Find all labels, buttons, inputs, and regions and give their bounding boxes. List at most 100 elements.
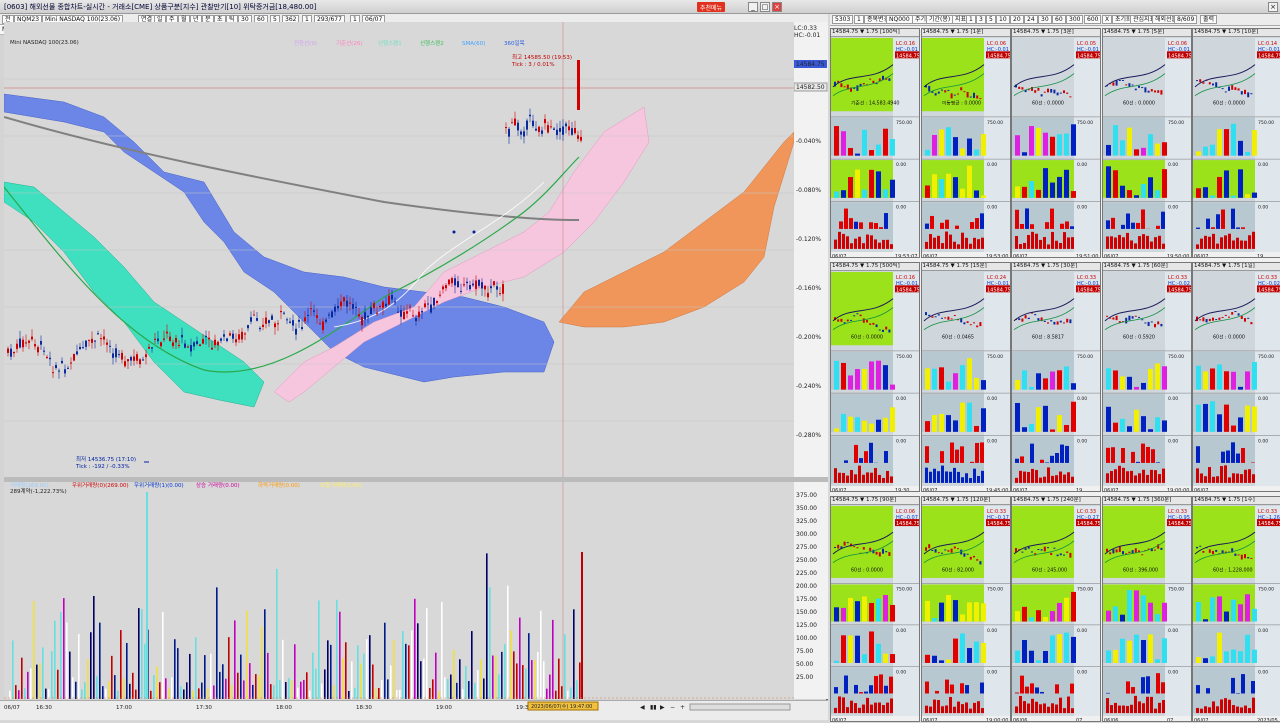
mini-chart-360분[interactable]: 14584.75 ▼ 1.75 [360분] 14584.75 LC:0.33 HC:… (1101, 496, 1192, 722)
mini-chart-header[interactable]: 14584.75 ▼ 1.75 [500틱] (831, 263, 919, 271)
mini-indicator-bar (1147, 368, 1153, 390)
right-close-icon[interactable]: × (1268, 2, 1278, 12)
volume-bar (441, 601, 443, 699)
mini-chart-3분[interactable]: 14584.75 ▼ 1.75 [3분] 14584.75 LC:0.05 HC:-0… (1011, 28, 1101, 258)
volume-bar (489, 587, 491, 699)
mini-info: 60선 : 8.5817 (1032, 334, 1064, 341)
scroll-control[interactable]: ◀ (640, 704, 645, 711)
mini-time: 06/07 (832, 718, 846, 722)
multi-toolbar-item[interactable]: 1 (854, 15, 864, 24)
volume-bar (435, 652, 437, 699)
mini-chart-header[interactable]: 14584.75 ▼ 1.75 [3분] (1012, 29, 1100, 37)
recommend-menu-button[interactable]: 추천메뉴 (697, 2, 726, 12)
maximize-icon[interactable]: □ (760, 2, 770, 12)
time-axis-bar: 06/07 16:30 17:00 17:30 18:00 18:30 19:00 19:30… (0, 700, 828, 720)
mini-chart-header[interactable]: 14584.75 ▼ 1.75 [5분] (1102, 29, 1191, 37)
candle (160, 342, 162, 347)
mini-candle (862, 318, 865, 323)
mini-chart-10분[interactable]: 14584.75 ▼ 1.75 [10분] 14584.75 LC:0.14 HC:-… (1192, 28, 1280, 258)
multi-toolbar-item[interactable]: 5303 (832, 15, 854, 24)
scroll-control[interactable]: ▶ (660, 704, 665, 711)
candle (472, 283, 474, 286)
mini-candle (853, 546, 856, 548)
mini-chart-header[interactable]: 14584.75 ▼ 1.75 [100틱] (831, 29, 919, 37)
mini-indicator-bar (1231, 195, 1236, 198)
mini-chart-1일[interactable]: 14584.75 ▼ 1.75 [1일] 14584.75 LC:0.33 HC:-0… (1192, 262, 1280, 492)
multi-toolbar-item[interactable]: 3 (976, 15, 986, 24)
volume-bar (252, 684, 254, 699)
mini-axis-tick: 0.00 (896, 162, 906, 168)
mini-candle (1040, 549, 1043, 551)
scroll-control[interactable]: + (680, 704, 685, 711)
multi-toolbar-item[interactable]: 24 (1024, 15, 1038, 24)
candle (481, 282, 483, 289)
mini-chart-header[interactable]: 14584.75 ▼ 1.75 [120분] (921, 497, 1010, 505)
mini-bottom-bar (1031, 231, 1034, 249)
mini-time: 06/07 (832, 254, 846, 258)
mini-chart-120분[interactable]: 14584.75 ▼ 1.75 [120분] 14584.75 LC:0.33 HC:… (920, 496, 1011, 722)
mini-bottom-bar (952, 706, 956, 714)
candle (490, 286, 492, 289)
mini-chart-1주[interactable]: 14584.75 ▼ 1.75 [1주] 14584.75 LC:0.33 HC:-1… (1192, 496, 1280, 722)
multi-toolbar-item[interactable]: 10 (996, 15, 1010, 24)
mini-chart-header[interactable]: 14584.75 ▼ 1.75 [30분] (1012, 263, 1100, 271)
price-chart[interactable]: 전환선(9) 기준선(26) 선행스팬1 선행스팬2 SMA(60) 360일목 Mini … (4, 22, 794, 477)
multi-toolbar-item[interactable]: X (1102, 15, 1113, 24)
volume-bar (63, 598, 65, 699)
multi-toolbar-item[interactable]: 5 (986, 15, 996, 24)
mini-indicator-bar (959, 365, 965, 390)
mini-bottom-bar (940, 465, 944, 483)
volume-bar (399, 689, 401, 699)
multi-toolbar-item[interactable]: 출력 (1200, 15, 1218, 24)
mini-chart-60분[interactable]: 14584.75 ▼ 1.75 [60분] 14584.75 LC:0.33 HC:-… (1101, 262, 1192, 492)
minimize-icon[interactable]: _ (748, 2, 758, 12)
close-icon[interactable]: × (772, 2, 782, 12)
mini-chart-header[interactable]: 14584.75 ▼ 1.75 [90분] (831, 497, 919, 505)
mini-candle (1021, 87, 1024, 90)
mini-chart-90분[interactable]: 14584.75 ▼ 1.75 [90분] 14584.75 LC:0.06 HC:-… (830, 496, 920, 722)
mini-chart-1분[interactable]: 14584.75 ▼ 1.75 [1분] 14584.75 LC:0.06 HC:-0… (920, 28, 1011, 258)
mini-candle (1208, 82, 1211, 85)
volume-bar (51, 651, 53, 699)
mini-chart-plot: 14584.75LC:0.16HC:-0.01기준선 : 14,583.4940… (831, 38, 919, 258)
multi-toolbar-item[interactable]: 30 (1038, 15, 1052, 24)
multi-toolbar-item[interactable]: 8/609 (1174, 15, 1198, 24)
mini-bottom-bar (838, 231, 841, 249)
mini-chart-500틱[interactable]: 14584.75 ▼ 1.75 [500틱] 14584.75 LC:0.16 HC:… (830, 262, 920, 492)
volume-bar (264, 609, 266, 699)
multi-toolbar-item[interactable]: 60 (1052, 15, 1066, 24)
mini-chart-header[interactable]: 14584.75 ▼ 1.75 [240분] (1012, 497, 1100, 505)
multi-toolbar-item[interactable]: 기간(봉) (926, 15, 954, 24)
mini-indicator-bar (1112, 606, 1118, 622)
mini-indicator-bar (1119, 638, 1125, 663)
mini-chart-header[interactable]: 14584.75 ▼ 1.75 [360분] (1102, 497, 1191, 505)
mini-chart-240분[interactable]: 14584.75 ▼ 1.75 [240분] 14584.75 LC:0.33 HC:… (1011, 496, 1101, 722)
mini-chart-header[interactable]: 14584.75 ▼ 1.75 [60분] (1102, 263, 1191, 271)
mini-chart-header[interactable]: 14584.75 ▼ 1.75 [1주] (1193, 497, 1280, 505)
mini-chart-5분[interactable]: 14584.75 ▼ 1.75 [5분] 14584.75 LC:0.06 HC:-0… (1101, 28, 1192, 258)
multi-toolbar-item[interactable]: NQ000 (886, 15, 913, 24)
mini-indicator-bar (1154, 659, 1160, 663)
candle (127, 359, 129, 362)
multi-toolbar-item[interactable]: 300 (1066, 15, 1084, 24)
mini-candle (1069, 552, 1072, 558)
mini-chart-15분[interactable]: 14584.75 ▼ 1.75 [15분] 14584.75 LC:0.24 HC:-… (920, 262, 1011, 492)
scroll-control[interactable]: − (670, 704, 675, 711)
mini-indicator-bar (1203, 658, 1208, 663)
mini-chart-header[interactable]: 14584.75 ▼ 1.75 [1일] (1193, 263, 1280, 271)
mini-chart-header[interactable]: 14584.75 ▼ 1.75 [15분] (921, 263, 1010, 271)
mini-candle (1050, 320, 1053, 322)
volume-chart[interactable]: 거래량(269.00) 우위거래량(0)(269.00) 우위거래량(1)(0.00… (4, 482, 794, 699)
candle (205, 335, 207, 338)
mini-candle (924, 547, 927, 551)
mini-chart-100틱[interactable]: 14584.75 ▼ 1.75 [100틱] 14584.75 LC:0.16 HC:… (830, 28, 920, 258)
mini-chart-header[interactable]: 14584.75 ▼ 1.75 [1분] (921, 29, 1010, 37)
mini-chart-30분[interactable]: 14584.75 ▼ 1.75 [30분] 14584.75 LC:0.33 HC:-… (1011, 262, 1101, 492)
mini-bottom-bar (1145, 235, 1149, 249)
mini-info: 60선 : 0.0000 (1213, 334, 1245, 341)
multi-toolbar-item[interactable]: 1 (966, 15, 976, 24)
mini-chart-header[interactable]: 14584.75 ▼ 1.75 [10분] (1193, 29, 1280, 37)
multi-toolbar-item[interactable]: 600 (1084, 15, 1102, 24)
scroll-control[interactable]: ▮▮ (650, 704, 657, 711)
multi-toolbar-item[interactable]: 20 (1010, 15, 1024, 24)
